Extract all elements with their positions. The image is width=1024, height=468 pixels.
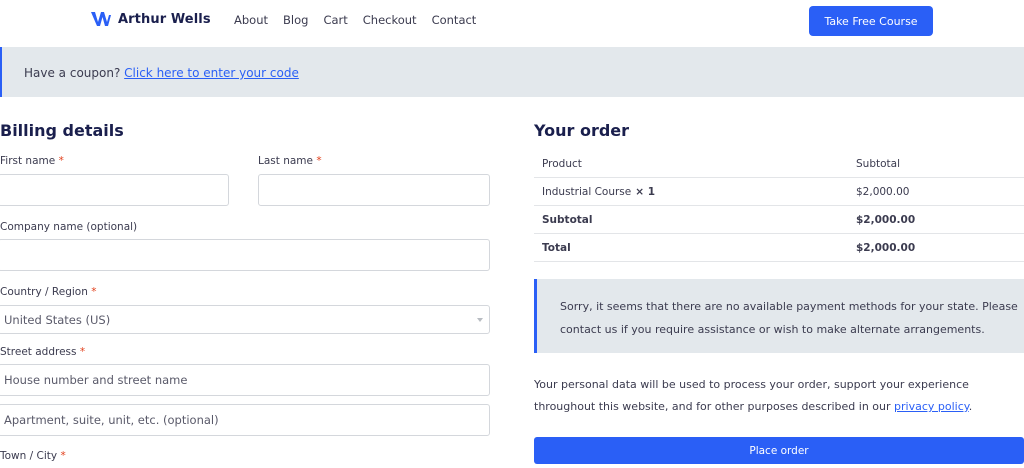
privacy-policy-link[interactable]: privacy policy: [894, 400, 969, 413]
nav-link-checkout[interactable]: Checkout: [363, 13, 417, 27]
street-label: Street address *: [0, 346, 86, 358]
billing-title: Billing details: [0, 121, 124, 140]
total-row: Total $2,000.00: [534, 234, 1024, 262]
nav-link-contact[interactable]: Contact: [432, 13, 477, 27]
country-select[interactable]: United States (US): [0, 305, 490, 334]
company-input[interactable]: [0, 239, 490, 271]
order-item-qty: × 1: [635, 186, 656, 198]
country-label: Country / Region *: [0, 286, 97, 298]
subtotal-label: Subtotal: [542, 214, 593, 226]
order-table-header: Product Subtotal: [534, 150, 1024, 178]
place-order-button[interactable]: Place order: [534, 437, 1024, 464]
coupon-link[interactable]: Click here to enter your code: [124, 66, 299, 80]
apartment-placeholder: Apartment, suite, unit, etc. (optional): [4, 413, 219, 427]
first-name-label: First name *: [0, 155, 64, 167]
subtotal-row: Subtotal $2,000.00: [534, 206, 1024, 234]
brand-name: Arthur Wells: [118, 11, 211, 27]
apartment-input[interactable]: Apartment, suite, unit, etc. (optional): [0, 404, 490, 436]
order-table: Product Subtotal Industrial Course × 1 $2…: [534, 150, 1024, 262]
order-item-name: Industrial Course × 1: [542, 186, 656, 198]
country-value: United States (US): [4, 312, 111, 327]
town-label: Town / City *: [0, 450, 66, 462]
total-value: $2,000.00: [856, 242, 916, 254]
main-nav: About Blog Cart Checkout Contact: [234, 13, 491, 27]
nav-link-blog[interactable]: Blog: [283, 13, 308, 27]
col-product: Product: [542, 158, 582, 170]
subtotal-value: $2,000.00: [856, 214, 916, 226]
order-title: Your order: [534, 121, 630, 140]
last-name-input[interactable]: [258, 174, 490, 206]
chevron-down-icon: [477, 318, 483, 322]
coupon-prefix: Have a coupon?: [24, 66, 121, 80]
order-item-row: Industrial Course × 1 $2,000.00: [534, 178, 1024, 206]
coupon-notice: Have a coupon? Click here to enter your …: [0, 47, 1024, 97]
total-label: Total: [542, 242, 571, 254]
payment-notice: Sorry, it seems that there are no availa…: [534, 279, 1024, 353]
first-name-input[interactable]: [0, 174, 229, 206]
last-name-label: Last name *: [258, 155, 322, 167]
company-label: Company name (optional): [0, 221, 138, 233]
street-placeholder: House number and street name: [4, 373, 188, 387]
brand-logo[interactable]: Arthur Wells: [91, 11, 211, 27]
take-free-course-button[interactable]: Take Free Course: [809, 6, 933, 36]
privacy-text: Your personal data will be used to proce…: [534, 378, 973, 413]
order-item-price: $2,000.00: [856, 186, 910, 198]
col-subtotal: Subtotal: [856, 158, 900, 170]
street-address-input[interactable]: House number and street name: [0, 364, 490, 396]
nav-link-about[interactable]: About: [234, 13, 268, 27]
payment-notice-text: Sorry, it seems that there are no availa…: [560, 300, 1018, 336]
site-header: Arthur Wells About Blog Cart Checkout Co…: [0, 0, 1024, 47]
nav-link-cart[interactable]: Cart: [323, 13, 347, 27]
brand-logo-icon: [91, 12, 111, 26]
